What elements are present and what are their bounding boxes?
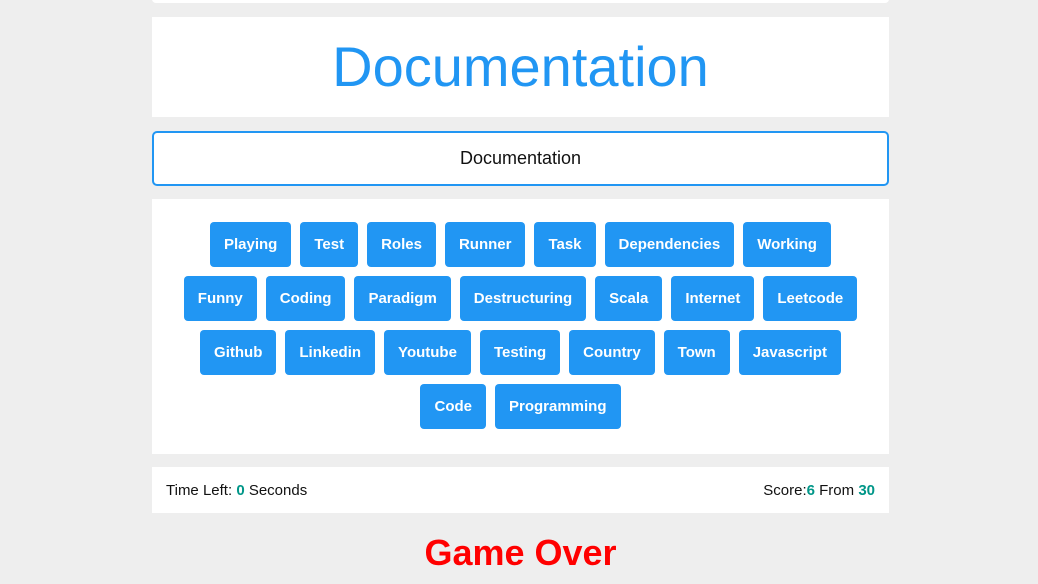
top-panel-edge <box>152 0 889 3</box>
word-chip[interactable]: Programming <box>494 384 621 429</box>
time-left-value: 0 <box>236 481 245 499</box>
game-container: Documentation PlayingTestRolesRunnerTask… <box>0 0 1038 584</box>
word-chip[interactable]: Github <box>200 330 277 375</box>
word-chip[interactable]: Working <box>743 222 831 267</box>
word-chip[interactable]: Runner <box>444 222 526 267</box>
word-chip[interactable]: Dependencies <box>604 222 735 267</box>
word-chip[interactable]: Town <box>663 330 730 375</box>
word-chip[interactable]: Roles <box>367 222 436 267</box>
word-chip[interactable]: Country <box>569 330 655 375</box>
score: Score:6 From 30 <box>763 482 875 499</box>
word-chip[interactable]: Funny <box>183 276 257 321</box>
score-total: 30 <box>858 481 875 499</box>
word-chip[interactable]: Testing <box>479 330 561 375</box>
time-left-label: Time Left: <box>166 481 237 499</box>
word-chip[interactable]: Coding <box>265 276 346 321</box>
time-left-unit: Seconds <box>244 481 308 499</box>
score-value: 6 <box>806 481 815 499</box>
word-chip[interactable]: Javascript <box>738 330 841 375</box>
word-chip[interactable]: Test <box>300 222 359 267</box>
score-label: Score: <box>763 481 807 499</box>
word-chip[interactable]: Scala <box>595 276 663 321</box>
time-left: Time Left: 0 Seconds <box>166 482 307 499</box>
word-chip[interactable]: Internet <box>671 276 755 321</box>
game-over-message: Game Over <box>424 532 617 573</box>
status-bar: Time Left: 0 Seconds Score:6 From 30 <box>152 467 889 513</box>
word-chip[interactable]: Linkedin <box>285 330 376 375</box>
word-input[interactable] <box>152 131 889 186</box>
word-chip[interactable]: Playing <box>210 222 292 267</box>
word-chip[interactable]: Task <box>534 222 596 267</box>
word-chip[interactable]: Youtube <box>384 330 471 375</box>
word-chip[interactable]: Leetcode <box>763 276 858 321</box>
upcoming-words-panel: Playing Test Roles Runner Task Dependencies Wo… <box>152 199 889 454</box>
word-chip[interactable]: Destructuring <box>459 276 587 321</box>
current-word-panel: Documentation <box>152 17 889 117</box>
word-chip[interactable]: Paradigm <box>354 276 451 321</box>
word-chip[interactable]: Code <box>420 384 486 429</box>
current-word: Documentation <box>332 35 709 98</box>
score-from-label: From <box>814 481 859 499</box>
